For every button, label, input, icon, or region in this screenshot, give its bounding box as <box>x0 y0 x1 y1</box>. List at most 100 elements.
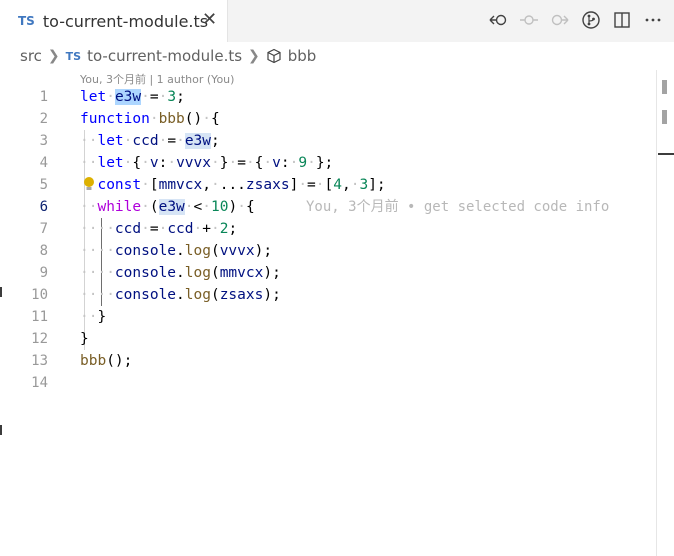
git-compare-icon[interactable] <box>580 9 602 31</box>
code-text: } <box>80 331 89 347</box>
token-variable: ccd <box>132 133 159 149</box>
breadcrumb: src ❯ TS to-current-module.ts ❯ bbb <box>0 42 674 70</box>
code-text: function·bbb()·{ <box>80 111 220 127</box>
close-tab-icon[interactable]: ✕ <box>202 10 217 30</box>
tab-filename: to-current-module.ts <box>42 11 209 31</box>
editor-actions <box>487 9 664 31</box>
typescript-file-icon: TS <box>18 14 35 28</box>
token-keyword: let <box>80 89 107 105</box>
token-function: bbb <box>158 111 185 127</box>
code-text: const·[mmvcx,·...zsaxs]·=·[4,·3]; <box>97 177 386 193</box>
window-edge-mark <box>0 287 2 297</box>
code-text: ··} <box>80 309 107 325</box>
token-keyword: const <box>97 177 142 193</box>
token-variable: v <box>149 155 159 171</box>
line-number: 4 <box>39 155 48 171</box>
token-variable: ccd <box>167 221 194 237</box>
token-variable: console <box>114 243 177 259</box>
code-line: 2 function·bbb()·{ <box>0 108 656 130</box>
token-keyword: let <box>97 155 124 171</box>
overview-ruler-mark <box>662 110 667 124</box>
overview-ruler-cursor <box>658 153 674 155</box>
line-number: 12 <box>31 331 48 347</box>
chevron-right-icon: ❯ <box>248 48 260 64</box>
token-function: log <box>184 243 211 259</box>
split-editor-icon[interactable] <box>611 9 633 31</box>
overview-ruler-mark <box>662 80 667 94</box>
inline-blame: You, 3个月前 • get selected code info <box>306 199 610 215</box>
token-number: 2 <box>219 221 229 237</box>
code-line: 1 let·e3w·=·3; <box>0 86 656 108</box>
token-variable: mmvcx <box>158 177 203 193</box>
code-text: ··let·{·v:·vvvx·}·=·{·v:·9·}; <box>80 155 334 171</box>
token-variable: vvvx <box>176 155 211 171</box>
code-editor[interactable]: 1 let·e3w·=·3; 2 function·bbb()·{ 3 ··le… <box>0 86 656 396</box>
breadcrumb-folder[interactable]: src <box>20 47 42 65</box>
token-function: log <box>184 287 211 303</box>
line-number: 10 <box>31 287 48 303</box>
breadcrumb-symbol[interactable]: bbb <box>266 47 317 65</box>
chevron-right-icon: ❯ <box>47 48 60 64</box>
code-line-active: 6 ··while·(e3w·<·10)·{ You, 3个月前 • get s… <box>0 196 656 218</box>
go-forward-icon[interactable] <box>549 9 571 31</box>
breadcrumb-file[interactable]: TS to-current-module.ts <box>66 47 242 65</box>
token-variable: e3w <box>114 89 142 105</box>
typescript-file-icon: TS <box>65 49 82 63</box>
code-text: ··while·(e3w·<·10)·{ <box>80 199 255 215</box>
editor-tab[interactable]: TS to-current-module.ts ✕ <box>0 0 228 42</box>
commit-node-icon[interactable] <box>518 9 540 31</box>
code-line: 11 ··} <box>0 306 656 328</box>
more-actions-icon[interactable] <box>642 9 664 31</box>
line-number: 8 <box>39 243 48 259</box>
line-number: 1 <box>39 89 48 105</box>
token-variable: e3w <box>184 133 212 149</box>
token-variable: zsaxs <box>219 287 264 303</box>
code-text: bbb(); <box>80 353 133 369</box>
token-variable: e3w <box>158 199 185 215</box>
code-line: 13 bbb(); <box>0 350 656 372</box>
code-line: 7 ····ccd·=·ccd·+·2; <box>0 218 656 240</box>
code-text: ····console.log(vvvx); <box>80 243 273 259</box>
token-variable: ccd <box>114 221 142 237</box>
line-number: 5 <box>39 177 48 193</box>
token-variable: vvvx <box>219 243 255 259</box>
line-number: 11 <box>31 309 48 325</box>
token-keyword: function <box>80 111 150 127</box>
token-function: log <box>184 265 211 281</box>
code-text: let·e3w·=·3; <box>80 89 185 105</box>
code-line: 14 <box>0 372 656 394</box>
token-keyword: let <box>97 133 124 149</box>
code-line: 8 ····console.log(vvvx); <box>0 240 656 262</box>
token-function: bbb <box>80 353 107 369</box>
editor-tab-bar: TS to-current-module.ts ✕ <box>0 0 674 42</box>
code-text: ····console.log(zsaxs); <box>80 287 281 303</box>
code-text: ··let·ccd·=·e3w; <box>80 133 220 149</box>
token-variable: mmvcx <box>219 265 264 281</box>
token-variable: console <box>114 265 177 281</box>
breadcrumb-symbol-label: bbb <box>287 47 317 65</box>
code-line: 3 ··let·ccd·=·e3w; <box>0 130 656 152</box>
token-variable: zsaxs <box>245 177 290 193</box>
line-number: 14 <box>31 375 48 391</box>
line-number: 13 <box>31 353 48 369</box>
code-line: 9 ····console.log(mmvcx); <box>0 262 656 284</box>
blame-codelens[interactable]: You, 3个月前 | 1 author (You) <box>80 71 234 87</box>
code-text: ····console.log(mmvcx); <box>80 265 281 281</box>
token-keyword: while <box>97 199 142 215</box>
token-number: 3 <box>359 177 369 193</box>
line-number: 6 <box>39 199 48 215</box>
token-number: 9 <box>298 155 308 171</box>
token-variable: console <box>114 287 177 303</box>
line-number: 9 <box>39 265 48 281</box>
code-line: 10 ····console.log(zsaxs); <box>0 284 656 306</box>
code-line: 5 const·[mmvcx,·...zsaxs]·=·[4,·3]; <box>0 174 656 196</box>
token-number: 3 <box>167 89 177 105</box>
token-number: 10 <box>211 199 229 215</box>
vertical-scrollbar[interactable] <box>656 70 657 556</box>
token-number: 4 <box>333 177 342 193</box>
code-line: 12 } <box>0 328 656 350</box>
code-text: ····ccd·=·ccd·+·2; <box>80 221 238 237</box>
code-line: 4 ··let·{·v:·vvvx·}·=·{·v:·9·}; <box>0 152 656 174</box>
go-back-icon[interactable] <box>487 9 509 31</box>
window-edge-mark <box>0 425 2 435</box>
